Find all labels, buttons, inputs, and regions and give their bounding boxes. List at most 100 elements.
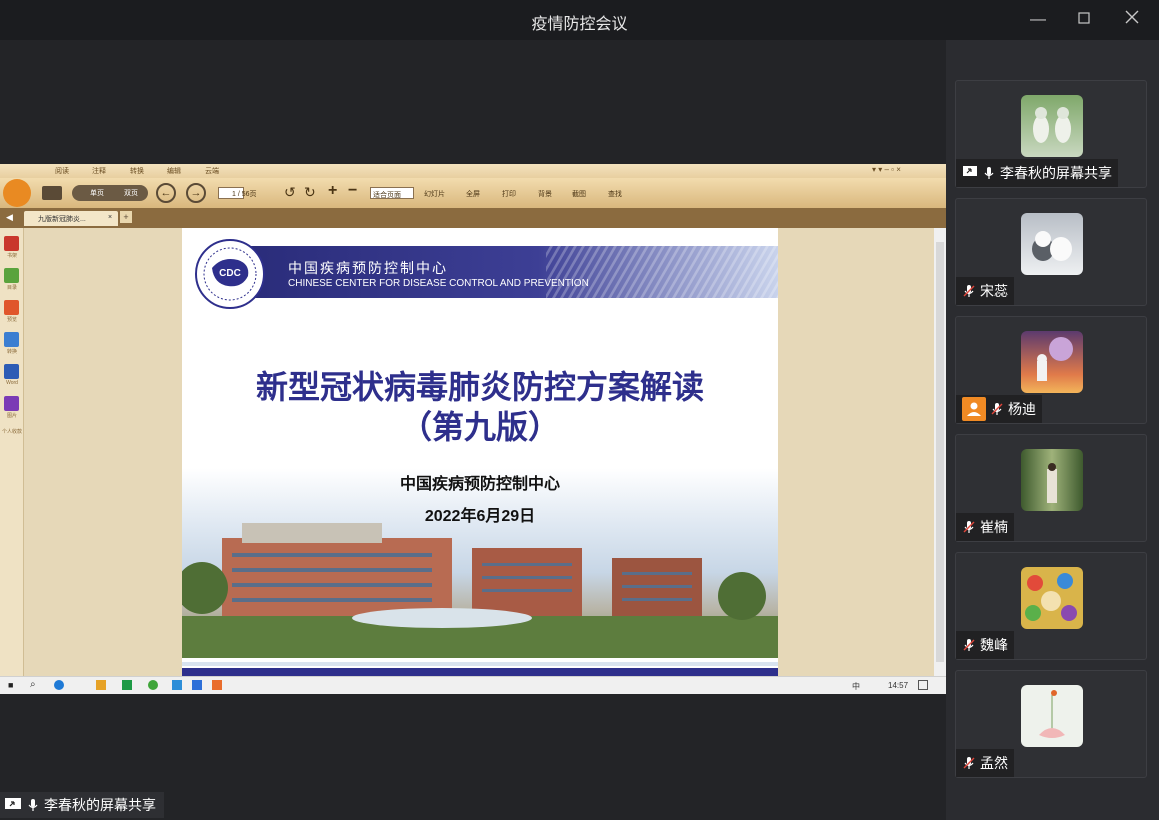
menu-tab-read[interactable]: 阅读 bbox=[55, 166, 69, 176]
print-button[interactable]: 打印 bbox=[502, 189, 516, 199]
prev-page-icon[interactable]: ← bbox=[156, 183, 176, 203]
document-tab[interactable]: 九版新冠肺炎... × bbox=[24, 211, 118, 226]
screenshot-button[interactable]: 截图 bbox=[572, 189, 586, 199]
slide-date: 2022年6月29日 bbox=[424, 508, 536, 525]
participant-name: 李春秋的屏幕共享 bbox=[1000, 165, 1112, 181]
single-page-button[interactable]: 单页 bbox=[90, 188, 104, 198]
vertical-scrollbar[interactable] bbox=[934, 228, 946, 676]
mic-muted-icon bbox=[962, 520, 976, 534]
side-label-image: 图片 bbox=[6, 413, 17, 419]
participant-name: 魏峰 bbox=[980, 637, 1008, 653]
lotus-avatar-icon bbox=[1021, 685, 1083, 747]
document-tab-title: 九版新冠肺炎... bbox=[38, 216, 86, 223]
start-icon[interactable]: ■ bbox=[8, 680, 13, 690]
zoom-out-icon[interactable]: − bbox=[348, 182, 357, 200]
mic-muted-icon bbox=[962, 638, 976, 652]
next-page-icon[interactable]: → bbox=[186, 183, 206, 203]
document-tab-bar: ◀ 九版新冠肺炎... × + bbox=[0, 208, 946, 228]
slide-header-band: 中国疾病预防控制中心 CHINESE CENTER FOR DISEASE CO… bbox=[246, 246, 778, 298]
search-button[interactable]: 查找 bbox=[608, 189, 622, 199]
side-label-convert: 转换 bbox=[6, 349, 17, 355]
slide-org-cn: 中国疾病预防控制中心 bbox=[288, 260, 448, 276]
participant-namebar: 宋蕊 bbox=[956, 277, 1014, 305]
figurines-avatar-icon bbox=[1021, 95, 1083, 157]
participant-namebar: 李春秋的屏幕共享 bbox=[956, 159, 1118, 187]
menu-tab-cloud[interactable]: 云端 bbox=[205, 166, 219, 176]
menu-tab-edit[interactable]: 编辑 bbox=[167, 166, 181, 176]
reader-toolbar: 单页 双页 ← → 1 / 56页 ↺ ↻ + − 适合页面 幻灯片 全屏 打印… bbox=[0, 178, 946, 208]
screen-share-text: 李春秋的屏幕共享 bbox=[44, 797, 156, 813]
screen-share-label: 李春秋的屏幕共享 bbox=[0, 792, 164, 818]
maximize-icon[interactable] bbox=[1072, 8, 1096, 32]
shared-screen[interactable]: 阅读 注释 转换 编辑 云端 ▾ ▾ – ▫ × 单页 双页 ← → 1 / 5… bbox=[0, 164, 946, 694]
presentation-slide: 中国疾病预防控制中心 CHINESE CENTER FOR DISEASE CO… bbox=[182, 228, 778, 676]
menu-tab-convert[interactable]: 转换 bbox=[130, 166, 144, 176]
taskbar-clock[interactable]: 14:57 bbox=[888, 681, 908, 690]
participants-panel: 李春秋的屏幕共享 宋蕊 杨迪 崔楠 魏峰 孟然 bbox=[946, 40, 1159, 820]
zoom-select[interactable]: 适合页面 bbox=[370, 187, 414, 199]
participant-tile[interactable]: 杨迪 bbox=[955, 316, 1147, 424]
participant-tile[interactable]: 李春秋的屏幕共享 bbox=[955, 80, 1147, 188]
convert-icon[interactable] bbox=[4, 332, 19, 347]
folder-icon[interactable] bbox=[42, 186, 62, 200]
meeting-app-icon[interactable] bbox=[192, 680, 202, 690]
participant-namebar: 魏峰 bbox=[956, 631, 1014, 659]
new-tab-icon[interactable]: + bbox=[120, 211, 132, 223]
rotate-right-icon[interactable]: ↻ bbox=[304, 184, 316, 201]
toc-icon[interactable] bbox=[4, 268, 19, 283]
windows-taskbar: ■ ⌕ 中 14:57 bbox=[0, 676, 946, 694]
qq-icon[interactable] bbox=[172, 680, 182, 690]
page-count: 1 / 56页 bbox=[232, 191, 257, 198]
close-icon[interactable] bbox=[1120, 8, 1144, 32]
participant-tile[interactable]: 崔楠 bbox=[955, 434, 1147, 542]
cdc-logo: CDC bbox=[194, 238, 266, 310]
explorer-icon[interactable] bbox=[96, 680, 106, 690]
astronaut-avatar-icon bbox=[1021, 331, 1083, 393]
browser-icon[interactable] bbox=[54, 680, 64, 690]
double-page-button[interactable]: 双页 bbox=[124, 188, 138, 198]
side-label-preview: 预览 bbox=[6, 317, 17, 323]
excel-icon[interactable] bbox=[122, 680, 132, 690]
ime-indicator[interactable]: 中 bbox=[852, 681, 860, 692]
title-bar: 疫情防控会议 — bbox=[0, 0, 1159, 40]
side-label-toc: 目录 bbox=[6, 285, 17, 291]
side-label-bookshelf: 书架 bbox=[6, 253, 17, 259]
reader-taskbar-icon[interactable] bbox=[212, 680, 222, 690]
participant-tile[interactable]: 孟然 bbox=[955, 670, 1147, 778]
building-illustration: 中国疾病预防控制中心 2022年6月29日 bbox=[182, 468, 778, 658]
minimize-icon[interactable]: — bbox=[1026, 8, 1050, 32]
word-icon[interactable] bbox=[4, 364, 19, 379]
slide-footer-line bbox=[182, 662, 778, 666]
scrollbar-thumb[interactable] bbox=[936, 242, 944, 662]
side-label-personal[interactable]: 个人收款 bbox=[2, 428, 22, 435]
host-badge-icon bbox=[962, 397, 986, 421]
reader-side-bar: 书架 目录 预览 转换 Word 图片 个人收款 bbox=[0, 228, 24, 676]
reader-window-controls[interactable]: ▾ ▾ – ▫ × bbox=[872, 165, 901, 174]
wechat-icon[interactable] bbox=[148, 680, 158, 690]
preview-icon[interactable] bbox=[4, 300, 19, 315]
bookshelf-icon[interactable] bbox=[4, 236, 19, 251]
zoom-select-value: 适合页面 bbox=[373, 192, 401, 199]
fullscreen-button[interactable]: 全屏 bbox=[466, 189, 480, 199]
participant-tile[interactable]: 宋蕊 bbox=[955, 198, 1147, 306]
window-title: 疫情防控会议 bbox=[531, 16, 628, 33]
zoom-in-icon[interactable]: + bbox=[328, 182, 337, 200]
reader-logo-icon[interactable] bbox=[3, 179, 31, 207]
slideshow-button[interactable]: 幻灯片 bbox=[424, 189, 445, 199]
taskbar-search-icon[interactable]: ⌕ bbox=[30, 679, 36, 690]
tab-back-icon[interactable]: ◀ bbox=[6, 212, 13, 223]
menu-tab-annotate[interactable]: 注释 bbox=[92, 166, 106, 176]
screen-share-icon bbox=[4, 797, 22, 814]
participant-namebar: 崔楠 bbox=[956, 513, 1014, 541]
rotate-left-icon[interactable]: ↺ bbox=[284, 184, 296, 201]
background-button[interactable]: 背景 bbox=[538, 189, 552, 199]
side-label-word: Word bbox=[6, 380, 18, 386]
participant-tile[interactable]: 魏峰 bbox=[955, 552, 1147, 660]
mic-muted-icon bbox=[990, 402, 1004, 416]
mic-icon bbox=[26, 798, 40, 812]
image-icon[interactable] bbox=[4, 396, 19, 411]
notification-icon[interactable] bbox=[918, 680, 928, 690]
tab-close-icon[interactable]: × bbox=[108, 214, 112, 221]
mic-icon bbox=[982, 166, 996, 180]
participant-name: 杨迪 bbox=[1008, 401, 1036, 417]
